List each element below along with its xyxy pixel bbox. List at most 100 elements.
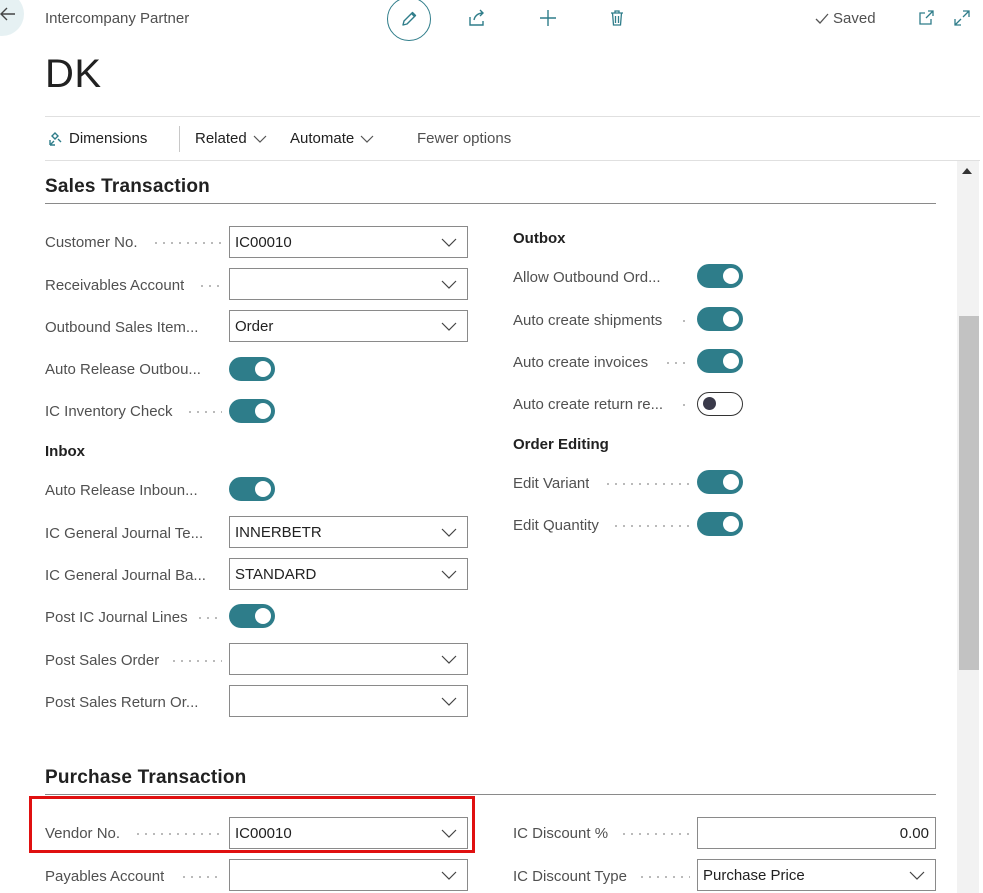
post-sales-return-order-select[interactable] [229,685,468,717]
leader-dots [170,660,222,662]
auto-release-inbound-field: Auto Release Inboun... [45,474,198,506]
payables-account-select[interactable] [229,859,468,891]
leader-dots [620,833,690,835]
outbound-sales-item-select[interactable]: Order [229,310,468,342]
leader-dots [638,876,690,878]
post-sales-order-label: Post Sales Order [45,651,160,669]
ic-gen-journal-batch-label: IC General Journal Ba... [45,566,206,584]
auto-release-inbound-toggle[interactable] [229,477,275,501]
expand-button[interactable] [950,6,974,30]
chevron-down-icon [253,135,267,143]
leader-dots [152,242,222,244]
arrow-left-icon [0,7,15,21]
share-icon [469,9,484,26]
auto-create-return-label: Auto create return re... [513,395,664,413]
action-bar-top-divider [45,116,980,117]
ic-inventory-check-label: IC Inventory Check [45,402,173,420]
outbox-group-title: Outbox [513,230,566,247]
chevron-down-icon [441,238,457,247]
back-button[interactable] [0,0,24,36]
chevron-down-icon [441,655,457,664]
edit-variant-toggle[interactable] [697,470,743,494]
outbound-sales-item-label: Outbound Sales Item... [45,318,199,336]
sales-transaction-title: Sales Transaction [45,176,210,197]
auto-create-shipments-label: Auto create shipments [513,311,663,329]
payables-account-label: Payables Account [45,867,165,885]
customer-no-field: Customer No. [45,226,138,258]
post-sales-return-order-field: Post Sales Return Or... [45,686,198,718]
payables-account-field: Payables Account [45,860,164,892]
outbound-sales-item-field: Outbound Sales Item... [45,311,198,343]
ic-gen-journal-batch-field: IC General Journal Ba... [45,559,206,591]
checkmark-icon [815,13,829,24]
auto-release-outbound-label: Auto Release Outbou... [45,360,201,378]
automate-menu[interactable]: Automate [290,130,374,147]
auto-create-shipments-toggle[interactable] [697,307,743,331]
post-ic-journal-lines-field: Post IC Journal Lines [45,601,188,633]
auto-release-outbound-field: Auto Release Outbou... [45,353,201,385]
fewer-options-button[interactable]: Fewer options [417,130,511,147]
post-ic-journal-lines-toggle[interactable] [229,604,275,628]
expand-icon [954,10,970,26]
leader-dots [680,404,690,406]
receivables-account-field: Receivables Account [45,269,184,301]
ic-discount-pct-input[interactable]: 0.00 [697,817,936,849]
post-sales-order-select[interactable] [229,643,468,675]
edit-variant-field: Edit Variant [513,467,589,499]
customer-no-label: Customer No. [45,233,138,251]
breadcrumb: Intercompany Partner [45,10,190,27]
purchase-transaction-title: Purchase Transaction [45,767,247,788]
auto-release-outbound-toggle[interactable] [229,357,275,381]
ic-gen-journal-template-select[interactable]: INNERBETR [229,516,468,548]
share-button[interactable] [465,6,489,30]
new-button[interactable] [536,6,560,30]
edit-button[interactable] [387,0,431,41]
post-ic-journal-lines-label: Post IC Journal Lines [45,608,188,626]
auto-create-return-field: Auto create return re... [513,388,663,420]
dimensions-action[interactable]: Dimensions [47,130,147,147]
allow-outbound-order-field: Allow Outbound Ord... [513,261,661,293]
ic-discount-type-label: IC Discount Type [513,867,627,885]
open-in-new-icon [919,10,934,25]
auto-create-invoices-toggle[interactable] [697,349,743,373]
post-sales-return-order-label: Post Sales Return Or... [45,693,199,711]
edit-quantity-toggle[interactable] [697,512,743,536]
open-new-window-button[interactable] [914,6,938,30]
leader-dots [612,525,690,527]
allow-outbound-order-label: Allow Outbound Ord... [513,268,661,286]
action-bar-bottom-divider [45,160,980,161]
chevron-down-icon [441,871,457,880]
leader-dots [180,876,222,878]
order-editing-group-title: Order Editing [513,436,609,453]
related-menu[interactable]: Related [195,130,267,147]
inbox-group-title: Inbox [45,443,85,460]
scrollbar-thumb[interactable] [959,316,979,670]
ic-discount-type-select[interactable]: Purchase Price [697,859,936,891]
leader-dots [196,617,222,619]
purchase-section-divider [45,794,936,795]
sales-section-divider [45,203,936,204]
leader-dots [680,320,690,322]
ic-gen-journal-batch-select[interactable]: STANDARD [229,558,468,590]
chevron-down-icon [441,528,457,537]
ic-discount-pct-field: IC Discount % [513,817,608,849]
ic-inventory-check-field: IC Inventory Check [45,395,173,427]
receivables-account-label: Receivables Account [45,276,185,294]
edit-quantity-label: Edit Quantity [513,516,599,534]
chevron-down-icon [441,322,457,331]
chevron-down-icon [441,697,457,706]
saved-status: Saved [814,10,876,27]
edit-quantity-field: Edit Quantity [513,509,599,541]
customer-no-select[interactable]: IC00010 [229,226,468,258]
chevron-down-icon [441,280,457,289]
auto-create-invoices-field: Auto create invoices [513,346,648,378]
ic-inventory-check-toggle[interactable] [229,399,275,423]
auto-create-invoices-label: Auto create invoices [513,353,649,371]
delete-button[interactable] [605,6,629,30]
allow-outbound-order-toggle[interactable] [697,264,743,288]
receivables-account-select[interactable] [229,268,468,300]
auto-release-inbound-label: Auto Release Inboun... [45,481,198,499]
auto-create-return-toggle[interactable] [697,392,743,416]
pencil-icon [402,11,417,26]
scroll-up-arrow-icon[interactable] [962,168,972,174]
